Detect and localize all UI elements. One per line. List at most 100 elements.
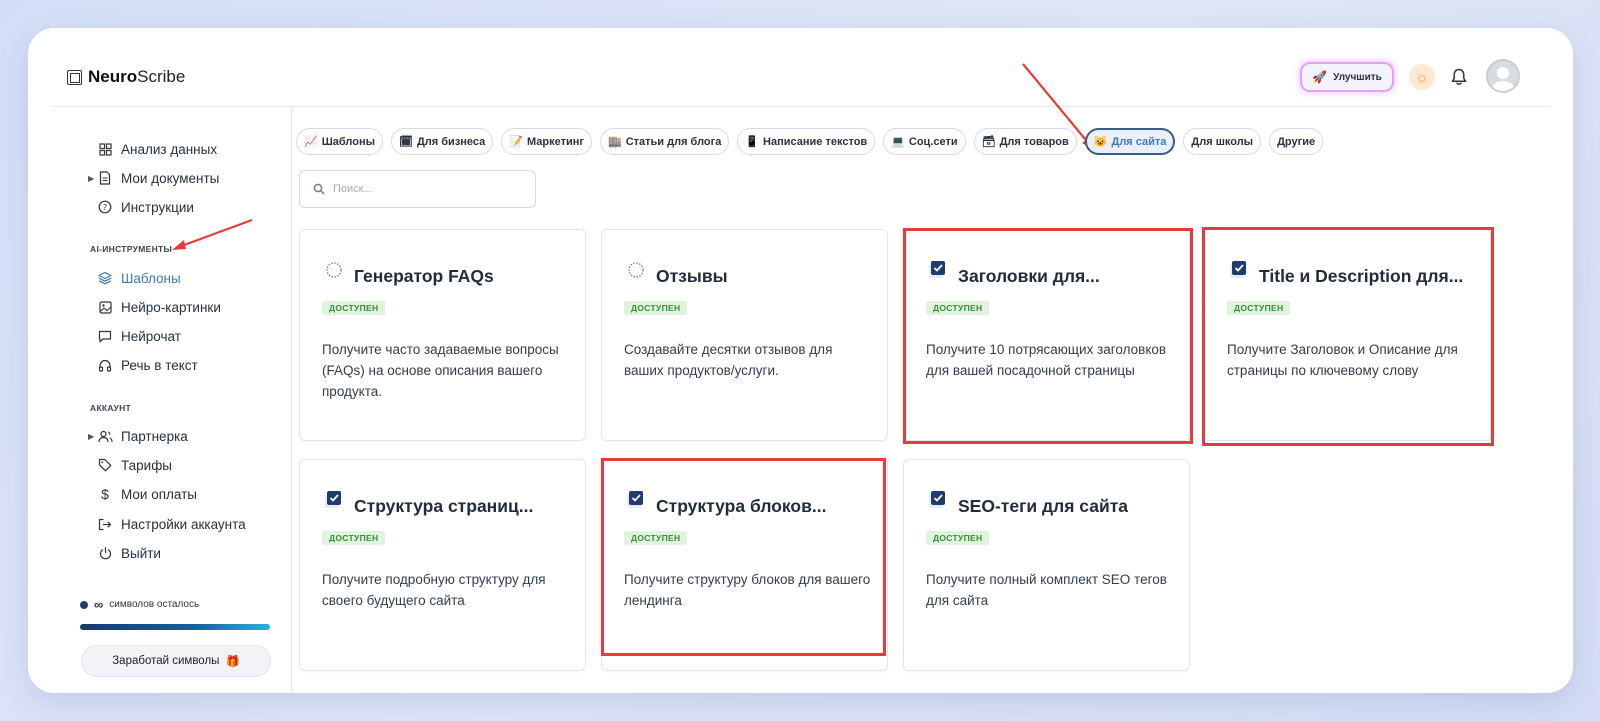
sidebar-item-instructions[interactable]: ? Инструкции (97, 197, 194, 217)
filter-chip-blog[interactable]: 🏬 Статьи для блога (599, 128, 730, 155)
status-badge: ДОСТУПЕН (1227, 301, 1291, 315)
filter-chip-products[interactable]: 🗃 Для товаров (973, 128, 1077, 155)
calendar-icon: 🗓 (399, 136, 413, 148)
sidebar-item-speech-to-text[interactable]: Речь в текст (97, 355, 198, 375)
gift-icon: 🎁 (225, 656, 240, 668)
template-card-reviews[interactable]: Отзывы ДОСТУПЕН Создавайте десятки отзыв… (601, 229, 888, 441)
sidebar-item-partners[interactable]: ▶ Партнерка (88, 426, 188, 446)
sidebar-item-label: Нейро-картинки (121, 299, 221, 315)
filter-chip-other[interactable]: Другие (1269, 128, 1324, 155)
sun-icon: ☼ (1415, 68, 1429, 86)
sidebar-item-label: Выйти (121, 545, 161, 561)
filter-chip-school[interactable]: Для школы (1183, 128, 1262, 155)
upgrade-button[interactable]: 🚀 Улучшить (1300, 62, 1394, 92)
headphones-icon (97, 357, 113, 373)
laptop-icon: 💻 (891, 136, 905, 148)
status-badge: ДОСТУПЕН (624, 301, 688, 315)
checkbox-icon (929, 261, 945, 278)
dotted-circle-icon (628, 262, 644, 278)
filter-chip-label: Написание текстов (763, 135, 868, 148)
filter-chip-social[interactable]: 💻 Соц.сети (883, 128, 966, 155)
checkbox-icon (627, 491, 643, 508)
caret-right-icon: ▶ (88, 173, 95, 183)
sidebar-item-my-payments[interactable]: $ Мои оплаты (97, 484, 197, 504)
filter-chip-label: Для бизнеса (416, 135, 486, 148)
status-badge: ДОСТУПЕН (322, 301, 386, 315)
card-title: Структура страниц... (354, 496, 534, 516)
symbols-progress-bar (80, 624, 270, 630)
filter-chip-label: Для сайта (1111, 135, 1167, 148)
layers-icon (97, 270, 113, 286)
filter-chip-label: Шаблоны (321, 135, 375, 148)
template-card-title-description[interactable]: Title и Description для... ДОСТУПЕН Полу… (1204, 229, 1491, 441)
card-description: Получите 10 потрясающих заголовков для в… (926, 342, 1167, 378)
logo[interactable]: NeuroScribe (67, 67, 185, 87)
checkbox-icon (325, 491, 341, 508)
search-input[interactable] (333, 183, 513, 195)
sidebar-item-templates[interactable]: Шаблоны (97, 268, 181, 288)
svg-text:?: ? (103, 203, 107, 212)
template-card-block-structure[interactable]: Структура блоков... ДОСТУПЕН Получите ст… (601, 459, 888, 671)
cat-icon: 😺 (1093, 136, 1108, 148)
card-title: Структура блоков... (656, 496, 827, 516)
checkbox-icon (929, 491, 945, 508)
building-icon: 🏬 (607, 136, 622, 148)
filter-chip-templates[interactable]: 📈 Шаблоны (296, 128, 383, 155)
section-label-ai-tools: AI-ИНСТРУМЕНТЫ (90, 244, 173, 254)
sidebar-item-tariffs[interactable]: Тарифы (97, 455, 172, 475)
sidebar: Анализ данных ▶ Мои документы ? Инструкц… (50, 107, 292, 693)
card-description: Получите часто задаваемые вопросы (FAQs)… (322, 342, 559, 399)
sidebar-item-logout[interactable]: Выйти (97, 543, 161, 563)
search-box (299, 170, 536, 208)
sidebar-item-label: Мои оплаты (121, 486, 197, 502)
card-title: Генератор FAQs (354, 266, 494, 286)
card-description: Получите структуру блоков для вашего лен… (624, 572, 871, 608)
sidebar-item-neurochat[interactable]: Нейрочат (97, 326, 181, 346)
filter-chip-site[interactable]: 😺 Для сайта (1084, 128, 1176, 155)
brand-light: Scribe (137, 67, 186, 86)
dollar-icon: $ (101, 486, 109, 502)
brand-bold: Neuro (88, 67, 138, 86)
filter-chip-label: Для товаров (999, 135, 1069, 148)
filter-chip-label: Маркетинг (526, 135, 584, 148)
image-icon (97, 299, 113, 315)
memo-icon: 📝 (509, 136, 523, 148)
filter-chip-label: Статьи для блога (625, 135, 722, 148)
section-label-account: АККАУНТ (90, 403, 132, 413)
sidebar-item-neuro-images[interactable]: Нейро-картинки (97, 297, 221, 317)
symbols-label: символов осталось (109, 599, 200, 610)
notifications-button[interactable] (1448, 65, 1470, 89)
filter-chip-marketing[interactable]: 📝 Маркетинг (501, 128, 592, 155)
logo-icon (67, 69, 82, 85)
earn-symbols-button[interactable]: Заработай символы 🎁 (81, 645, 271, 677)
card-description: Получите Заголовок и Описание для страни… (1227, 342, 1458, 378)
status-badge: ДОСТУПЕН (926, 301, 990, 315)
category-filters: 📈 Шаблоны 🗓 Для бизнеса 📝 Маркетинг 🏬 Статьи… (296, 128, 1324, 155)
card-title: Title и Description для... (1259, 266, 1464, 286)
sidebar-item-my-documents[interactable]: ▶ Мои документы (88, 168, 220, 188)
card-description: Получите полный комплект SEO тегов для с… (926, 572, 1167, 608)
sidebar-item-data-analysis[interactable]: Анализ данных (97, 139, 217, 159)
template-card-faq[interactable]: Генератор FAQs ДОСТУПЕН Получите часто з… (299, 229, 586, 441)
app-window: NeuroScribe 🚀 Улучшить ☼ Анализ данных ▶… (28, 28, 1573, 693)
filter-chip-business[interactable]: 🗓 Для бизнеса (391, 128, 494, 155)
filter-chip-label: Другие (1277, 135, 1316, 148)
card-title: SEO-теги для сайта (958, 496, 1129, 516)
sidebar-item-label: Анализ данных (121, 141, 218, 157)
chart-icon: 📈 (304, 136, 318, 148)
template-card-seo-tags[interactable]: SEO-теги для сайта ДОСТУПЕН Получите пол… (903, 459, 1190, 671)
filter-chip-copywriting[interactable]: 📱 Написание текстов (737, 128, 876, 155)
template-card-headlines[interactable]: Заголовки для... ДОСТУПЕН Получите 10 по… (903, 229, 1190, 441)
grid-icon (97, 141, 113, 157)
sidebar-item-account-settings[interactable]: Настройки аккаунта (97, 514, 246, 534)
sidebar-item-label: Настройки аккаунта (121, 516, 246, 532)
symbols-remaining: ∞ символов осталось (80, 597, 199, 612)
users-icon (97, 428, 113, 444)
filter-chip-label: Для школы (1191, 135, 1254, 148)
user-avatar[interactable] (1486, 59, 1520, 93)
dotted-circle-icon (326, 262, 342, 278)
sidebar-item-label: Мои документы (121, 170, 220, 186)
theme-toggle-button[interactable]: ☼ (1409, 64, 1435, 90)
template-card-page-structure[interactable]: Структура страниц... ДОСТУПЕН Получите п… (299, 459, 586, 671)
caret-right-icon: ▶ (88, 431, 95, 441)
